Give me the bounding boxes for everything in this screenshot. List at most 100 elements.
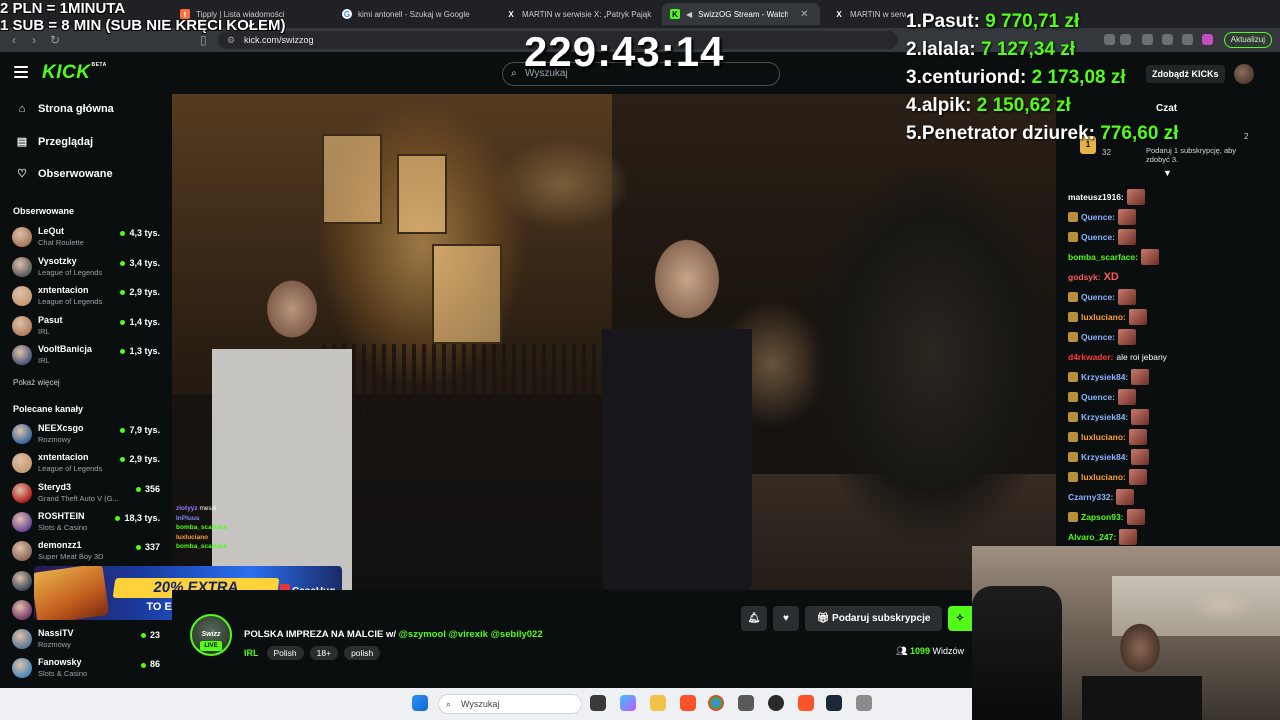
calculator-icon[interactable] (856, 695, 872, 711)
channel-item[interactable]: VooltBanicja IRL 1,3 tys. (12, 343, 162, 367)
channel-name: Steryd3 (38, 481, 72, 492)
channel-item[interactable]: Fanowsky Slots & Casino 86 (12, 656, 162, 680)
chat-username[interactable]: Quence: (1081, 212, 1115, 222)
chat-username[interactable]: Alvaro_247: (1068, 532, 1116, 542)
chat-username[interactable]: Quence: (1081, 332, 1115, 342)
sidebar-item-following[interactable]: ♡ Obserwowane (16, 167, 113, 181)
channel-item[interactable]: NEEXcsgo Rozmowy 7,9 tys. (12, 422, 162, 446)
tag-chip[interactable]: 18+ (309, 646, 339, 660)
stream-mentions[interactable]: @szymool @virexik @sebily022 (399, 629, 543, 640)
tab-swizzog[interactable]: K ◀ SwizzOG Stream - Watch Live ✕ (662, 3, 820, 25)
chat-username[interactable]: d4rkwader: (1068, 352, 1113, 362)
chat-message[interactable]: mateusz1916: (1068, 188, 1145, 206)
file-explorer-icon[interactable] (650, 695, 666, 711)
leaderboard-row: 1.Pasut: 9 770,71 zł (906, 8, 1178, 36)
sidebar-item-home[interactable]: ⌂ Strona główna (16, 103, 114, 115)
chat-message[interactable]: luxluciano: (1068, 428, 1147, 446)
channel-viewers: 7,9 tys. (120, 425, 160, 435)
chat-message[interactable]: Quence: (1068, 228, 1137, 246)
windows-start-icon[interactable] (412, 695, 428, 711)
chat-message[interactable]: luxluciano: (1068, 308, 1147, 326)
copilot-icon[interactable] (620, 695, 636, 711)
tab-google[interactable]: G kimi antonell - Szukaj w Google (334, 3, 492, 25)
chat-username[interactable]: Zapson93: (1081, 512, 1124, 522)
steam-icon[interactable] (826, 695, 842, 711)
chat-message[interactable]: godsyk: XD (1068, 268, 1119, 286)
chat-username[interactable]: Krzysiek84: (1081, 412, 1128, 422)
tab-x-2[interactable]: X MARTIN w serwisie X: „Dzięki mocy (826, 3, 906, 25)
channel-item[interactable]: LeQut Chat Roulette 4,3 tys. (12, 225, 162, 249)
chat-username[interactable]: luxluciano: (1081, 312, 1126, 322)
back-icon[interactable]: ‹ (12, 33, 16, 47)
channel-item[interactable]: demonzz1 Super Meat Boy 3D 337 (12, 539, 162, 563)
channel-item[interactable]: NassiTV Rozmowy 23 (12, 627, 162, 651)
follow-heart-button[interactable]: ♥ (773, 606, 799, 631)
chat-username[interactable]: Quence: (1081, 292, 1115, 302)
video-window (322, 134, 382, 224)
chat-message[interactable]: Quence: (1068, 288, 1137, 306)
chat-message[interactable]: Krzysiek84: (1068, 368, 1150, 386)
brave-icon[interactable] (680, 695, 696, 711)
app-icon[interactable] (738, 695, 754, 711)
kick-logo[interactable]: KICKBETA (42, 62, 107, 84)
chat-username[interactable]: Czarny332: (1068, 492, 1113, 502)
task-view-icon[interactable] (590, 695, 606, 711)
menu-icon[interactable] (14, 66, 28, 78)
chat-username[interactable]: luxluciano: (1081, 472, 1126, 482)
chat-username[interactable]: luxluciano: (1081, 432, 1126, 442)
notification-bell-button[interactable]: 🔔︎ (741, 606, 767, 631)
subscribe-button[interactable]: ✧ (948, 606, 972, 631)
video-player[interactable] (172, 94, 1056, 590)
channel-item[interactable]: Pasut IRL 1,4 tys. (12, 314, 162, 338)
chat-username[interactable]: Krzysiek84: (1081, 452, 1128, 462)
user-avatar[interactable] (1234, 64, 1254, 84)
chat-message[interactable]: d4rkwader: ale roi jebany (1068, 348, 1167, 366)
gift-subs-button[interactable]: 🎁︎ Podaruj subskrypcje (805, 606, 942, 631)
channel-viewers: 356 (136, 484, 160, 494)
chat-username[interactable]: Krzysiek84: (1081, 372, 1128, 382)
close-tab-icon[interactable]: ✕ (800, 9, 808, 20)
chat-message[interactable]: Alvaro_247: (1068, 528, 1138, 546)
chat-message[interactable]: Quence: (1068, 208, 1137, 226)
brave-active-icon[interactable] (798, 695, 814, 711)
chat-username[interactable]: mateusz1916: (1068, 192, 1124, 202)
channel-name: Vysotzky (38, 255, 77, 266)
channel-item[interactable]: xntentacion League of Legends 2,9 tys. (12, 451, 162, 475)
tab-x-1[interactable]: X MARTIN w serwisie X: „Patryk Pająk (498, 3, 656, 25)
chat-username[interactable]: godsyk: (1068, 272, 1101, 282)
chat-message[interactable]: luxluciano: (1068, 468, 1147, 486)
chat-username[interactable]: Quence: (1081, 392, 1115, 402)
overlay-chat-line: bomba_scarface (176, 523, 276, 533)
search-icon: ⌕ (446, 699, 452, 709)
chat-message[interactable]: Quence: (1068, 328, 1137, 346)
chat-message[interactable]: bomba_scarface: (1068, 248, 1159, 266)
chrome-icon[interactable] (708, 695, 724, 711)
obs-icon[interactable] (768, 695, 784, 711)
update-button[interactable]: Aktualizuj (1223, 32, 1272, 48)
chat-message[interactable]: Czarny332: (1068, 488, 1135, 506)
stream-category-link[interactable]: IRL (244, 648, 259, 658)
chat-message[interactable]: Krzysiek84: (1068, 408, 1150, 426)
tag-chip[interactable]: polish (344, 646, 381, 660)
expand-pinned-icon[interactable]: ▼ (1163, 168, 1172, 178)
chat-message[interactable]: Krzysiek84: (1068, 448, 1150, 466)
chat-message[interactable]: Quence: (1068, 388, 1137, 406)
chat-message[interactable]: Zapson93: (1068, 508, 1145, 526)
chat-username[interactable]: Quence: (1081, 232, 1115, 242)
channel-item[interactable]: xntentacion League of Legends 2,9 tys. (12, 284, 162, 308)
channel-name: LeQut (38, 226, 64, 236)
show-more-link[interactable]: Pokaż więcej (13, 378, 60, 387)
profile-icon[interactable] (1202, 34, 1213, 45)
channel-item[interactable]: ROSHTEIN Slots & Casino 18,3 tys. (12, 510, 162, 534)
bookmark-icon[interactable]: ▯ (200, 33, 207, 47)
channel-item[interactable]: Steryd3 Grand Theft Auto V (G... 356 (12, 481, 162, 505)
channel-item[interactable]: Vysotzky League of Legends 3,4 tys. (12, 255, 162, 279)
reload-icon[interactable]: ↻ (50, 33, 60, 47)
chat-username[interactable]: bomba_scarface: (1068, 252, 1138, 262)
taskbar-search-input[interactable]: ⌕ Wyszukaj (438, 694, 582, 714)
sidebar-item-browse[interactable]: ▤ Przeglądaj (16, 135, 93, 149)
tab-label: kimi antonell - Szukaj w Google (358, 9, 470, 19)
vpn-icon[interactable] (1182, 34, 1193, 45)
forward-icon[interactable]: › (32, 33, 36, 47)
tag-chip[interactable]: Polish (266, 646, 304, 660)
